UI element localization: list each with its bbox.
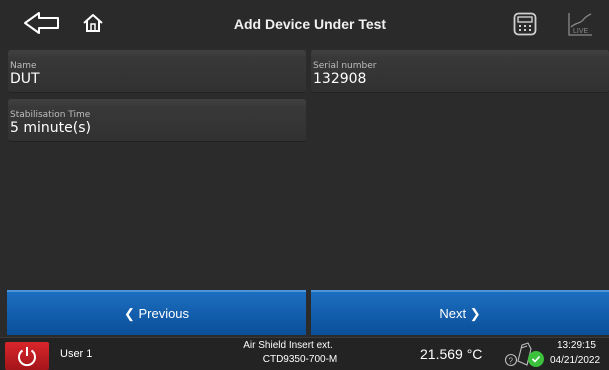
calculator-icon <box>513 12 537 36</box>
serial-number-label: Serial number <box>313 61 377 71</box>
power-icon <box>18 347 36 367</box>
status-bar: User 1 Air Shield Insert ext. CTD9350-70… <box>0 337 609 370</box>
svg-text:?: ? <box>509 357 514 366</box>
sensor-model: CTD9350-700-M <box>262 354 338 365</box>
check-icon <box>528 351 544 367</box>
sensor-name: Air Shield Insert ext. <box>243 340 333 351</box>
page-title: Add Device Under Test <box>233 16 387 32</box>
calculator-button[interactable] <box>512 11 538 37</box>
serial-number-value: 132908 <box>313 71 367 87</box>
live-chart-icon: LIVE <box>568 13 592 36</box>
user-label: User 1 <box>60 348 93 360</box>
stabilisation-time-value: 5 minute(s) <box>10 120 91 136</box>
power-button[interactable] <box>5 342 49 370</box>
home-icon <box>83 14 103 32</box>
top-bar: Add Device Under Test LIVE <box>0 0 609 48</box>
name-label: Name <box>10 61 37 71</box>
previous-button[interactable]: ❮ Previous <box>7 290 306 335</box>
clock-date: 04/21/2022 <box>550 355 601 366</box>
stabilisation-time-field[interactable]: Stabilisation Time 5 minute(s) <box>8 99 306 142</box>
name-field[interactable]: Name DUT <box>8 50 306 93</box>
live-label: LIVE <box>573 28 589 35</box>
next-button[interactable]: Next ❯ <box>311 290 609 335</box>
next-label: Next ❯ <box>439 305 481 321</box>
serial-number-field[interactable]: Serial number 132908 <box>311 50 609 93</box>
back-button[interactable] <box>22 10 62 36</box>
temperature-reading: 21.569 °C <box>420 346 483 362</box>
previous-label: ❮ Previous <box>123 305 190 321</box>
live-chart-button[interactable]: LIVE <box>566 10 594 38</box>
clock-time: 13:29:15 <box>557 340 596 351</box>
name-value: DUT <box>10 71 40 87</box>
back-arrow-icon <box>24 12 59 34</box>
stabilisation-time-label: Stabilisation Time <box>10 110 91 120</box>
sensor-status-indicator: ? <box>500 339 550 369</box>
home-button[interactable] <box>80 11 106 35</box>
